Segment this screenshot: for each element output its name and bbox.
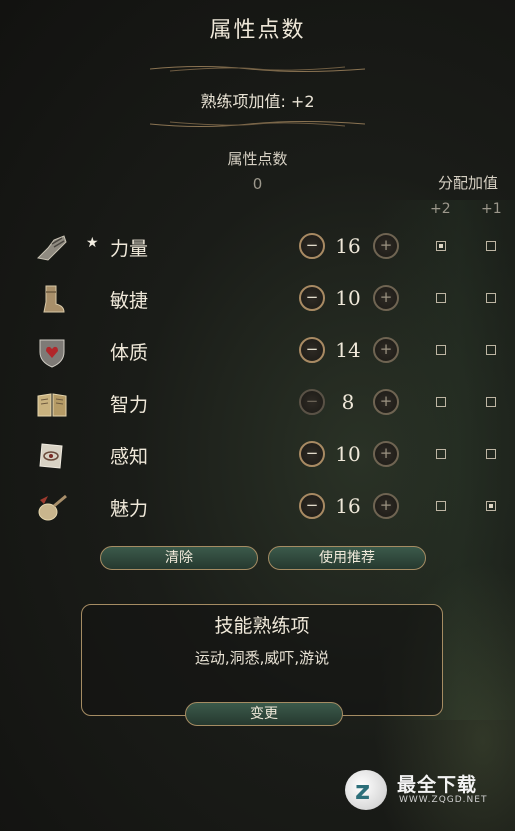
plus2-checkbox[interactable] — [436, 345, 446, 355]
skill-panel-title: 技能熟练项 — [214, 615, 310, 637]
allocation-header: 分配加值 — [437, 174, 498, 192]
points-label: 属性点数 — [227, 150, 288, 168]
ornament-divider-top — [150, 66, 365, 72]
attribute-value: 10 — [335, 442, 361, 466]
proficiency-bonus: 熟练项加值: +2 — [200, 92, 315, 111]
plus2-checkbox[interactable] — [436, 501, 446, 511]
plus2-checkbox[interactable] — [436, 397, 446, 407]
column-plus1: +1 — [481, 201, 502, 217]
column-plus2: +2 — [430, 201, 451, 217]
attribute-value: 16 — [335, 494, 361, 518]
attribute-row-strength: ★ 力量 − 16 + — [0, 222, 515, 274]
attribute-row-dexterity: 敏捷 − 10 + — [0, 274, 515, 326]
plus2-checkbox[interactable] — [436, 241, 446, 251]
attribute-row-wisdom: 感知 − 10 + — [0, 430, 515, 482]
attribute-row-charisma: 魅力 − 16 + — [0, 482, 515, 534]
increase-button[interactable]: + — [373, 389, 399, 415]
decrease-button[interactable]: − — [299, 389, 325, 415]
watermark: z 最全下载 WWW.ZQGD.NET — [345, 768, 505, 812]
plus1-checkbox[interactable] — [486, 293, 496, 303]
gauntlet-icon — [36, 235, 67, 261]
eye-scroll-icon — [39, 443, 63, 469]
increase-button[interactable]: + — [373, 233, 399, 259]
attribute-name: 感知 — [110, 446, 149, 468]
use-recommended-button[interactable]: 使用推荐 — [268, 546, 426, 570]
watermark-text: 最全下载 — [397, 774, 478, 796]
increase-button[interactable]: + — [373, 337, 399, 363]
attribute-value: 10 — [335, 286, 361, 310]
attribute-value: 14 — [335, 338, 361, 362]
decrease-button[interactable]: − — [299, 337, 325, 363]
ornament-divider-bottom — [150, 121, 365, 127]
lute-icon — [38, 494, 67, 521]
clear-button[interactable]: 清除 — [100, 546, 258, 570]
increase-button[interactable]: + — [373, 285, 399, 311]
attribute-value: 16 — [335, 234, 361, 258]
decrease-button[interactable]: − — [299, 441, 325, 467]
attribute-row-constitution: 体质 − 14 + — [0, 326, 515, 378]
plus1-checkbox[interactable] — [486, 397, 496, 407]
attribute-value: 8 — [341, 390, 355, 414]
increase-button[interactable]: + — [373, 493, 399, 519]
book-icon — [37, 393, 67, 417]
skill-proficiency-panel: 技能熟练项 运动,洞悉,威吓,游说 — [81, 604, 443, 716]
plus2-checkbox[interactable] — [436, 293, 446, 303]
star-icon: ★ — [86, 235, 99, 251]
plus1-checkbox[interactable] — [486, 449, 496, 459]
plus2-checkbox[interactable] — [436, 449, 446, 459]
plus1-checkbox[interactable] — [486, 345, 496, 355]
decrease-button[interactable]: − — [299, 493, 325, 519]
attribute-row-intelligence: 智力 − 8 + — [0, 378, 515, 430]
boot-icon — [43, 285, 65, 313]
watermark-logo-icon: z — [345, 770, 387, 810]
plus1-checkbox[interactable] — [486, 241, 496, 251]
plus1-checkbox[interactable] — [486, 501, 496, 511]
heart-shield-icon — [39, 339, 65, 368]
decrease-button[interactable]: − — [299, 285, 325, 311]
attribute-name: 魅力 — [110, 498, 149, 520]
page-title: 属性点数 — [209, 18, 306, 43]
decrease-button[interactable]: − — [299, 233, 325, 259]
skill-list: 运动,洞悉,威吓,游说 — [194, 649, 330, 667]
change-button[interactable]: 变更 — [185, 702, 343, 726]
attribute-name: 敏捷 — [110, 290, 149, 312]
increase-button[interactable]: + — [373, 441, 399, 467]
attribute-name: 体质 — [110, 342, 149, 364]
watermark-url: WWW.ZQGD.NET — [399, 795, 488, 805]
attribute-name: 智力 — [110, 394, 149, 416]
attribute-name: 力量 — [110, 238, 149, 260]
